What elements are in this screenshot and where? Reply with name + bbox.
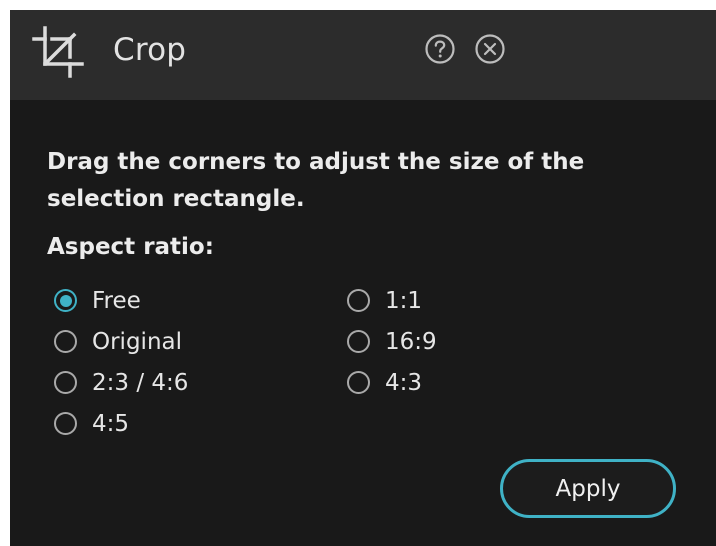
radio-button-selected[interactable] (54, 289, 77, 312)
aspect-option-label: 4:5 (92, 410, 130, 437)
panel-title: Crop (113, 32, 187, 68)
aspect-option-label: Free (92, 287, 141, 314)
help-icon[interactable] (424, 33, 456, 65)
radio-button[interactable] (54, 412, 77, 435)
radio-button[interactable] (347, 371, 370, 394)
crop-panel: Crop Drag the corners to adjust the size… (10, 10, 716, 546)
aspect-options-left: Free Original 2:3 / 4:6 4:5 (54, 280, 188, 444)
crop-icon (32, 26, 84, 78)
apply-button[interactable]: Apply (500, 459, 676, 518)
aspect-option-4-5[interactable]: 4:5 (54, 403, 188, 444)
radio-button[interactable] (347, 289, 370, 312)
aspect-option-label: 4:3 (385, 369, 423, 396)
close-icon[interactable] (474, 33, 506, 65)
aspect-option-4-3[interactable]: 4:3 (347, 362, 437, 403)
aspect-option-1-1[interactable]: 1:1 (347, 280, 437, 321)
radio-button[interactable] (347, 330, 370, 353)
panel-header: Crop (10, 10, 716, 100)
aspect-option-16-9[interactable]: 16:9 (347, 321, 437, 362)
aspect-option-2-3-4-6[interactable]: 2:3 / 4:6 (54, 362, 188, 403)
aspect-option-free[interactable]: Free (54, 280, 188, 321)
aspect-option-original[interactable]: Original (54, 321, 188, 362)
aspect-options-right: 1:1 16:9 4:3 (347, 280, 437, 403)
aspect-option-label: 16:9 (385, 328, 437, 355)
aspect-option-label: 2:3 / 4:6 (92, 369, 189, 396)
aspect-ratio-label: Aspect ratio: (47, 234, 214, 260)
aspect-option-label: 1:1 (385, 287, 423, 314)
instructions-text: Drag the corners to adjust the size of t… (47, 149, 585, 212)
aspect-option-label: Original (92, 328, 183, 355)
radio-button[interactable] (54, 330, 77, 353)
radio-button[interactable] (54, 371, 77, 394)
